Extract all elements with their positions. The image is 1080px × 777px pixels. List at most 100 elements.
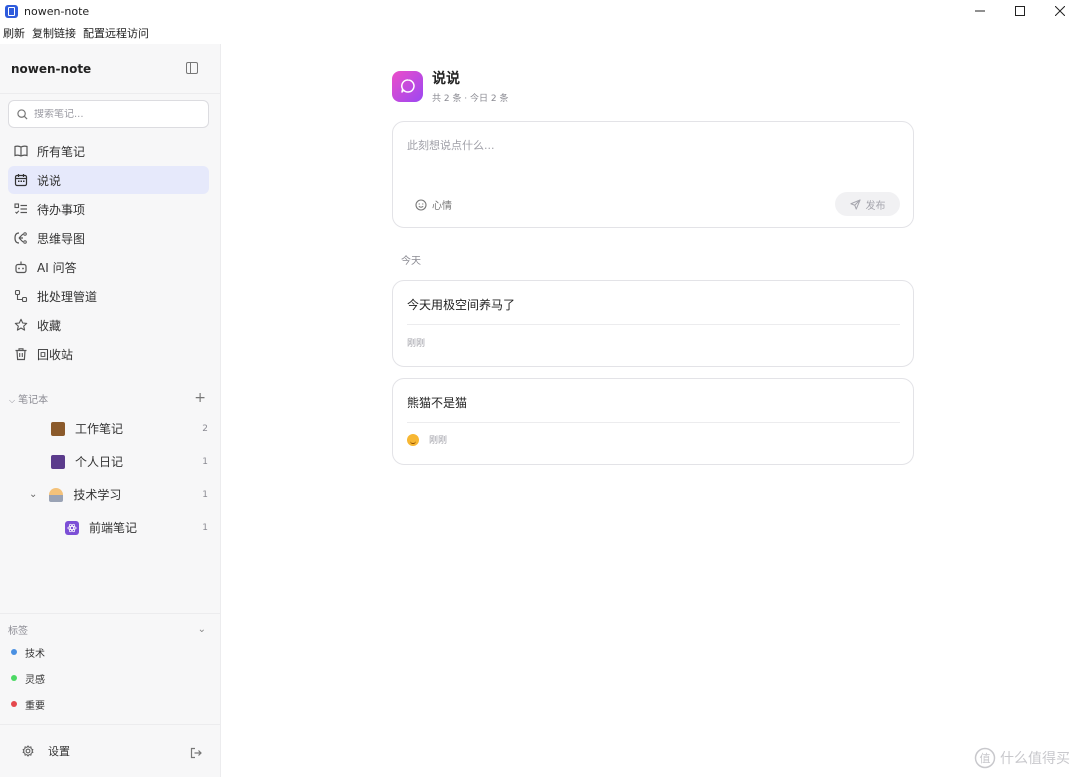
sidebar-item-label: AI 问答 — [37, 260, 77, 275]
notebook-name: 工作笔记 — [75, 422, 124, 436]
chevron-down-icon[interactable]: ⌄ — [198, 624, 206, 635]
notebook-name: 技术学习 — [73, 488, 122, 502]
post-divider — [407, 422, 900, 423]
notebook-item-work[interactable]: 工作笔记 2 — [0, 412, 220, 445]
close-window-button[interactable] — [1040, 0, 1080, 22]
maximize-icon — [1015, 6, 1025, 16]
smiling-face-icon — [407, 433, 419, 446]
sidebar-item-label: 收藏 — [37, 318, 62, 333]
menu-copy-link[interactable]: 复制链接 — [29, 25, 80, 41]
post-card[interactable]: 熊猫不是猫 刚刚 — [392, 378, 914, 465]
student-icon — [49, 487, 64, 502]
sidebar-item-trash[interactable]: 回收站 — [8, 340, 209, 368]
tag-name: 灵感 — [25, 674, 45, 686]
sidebar-header: nowen-note — [0, 44, 220, 94]
minimize-button[interactable] — [960, 0, 1000, 22]
page-header: 说说 共 2 条 · 今日 2 条 — [392, 68, 508, 104]
watermark-text: 什么值得买 — [1000, 751, 1070, 767]
tag-name: 重要 — [25, 700, 45, 712]
tag-item-tech[interactable]: 技术 — [0, 639, 220, 665]
sidebar-item-todo[interactable]: 待办事项 — [8, 195, 209, 223]
logout-icon[interactable] — [190, 747, 202, 759]
menu-bar: 刷新 复制链接 配置远程访问 — [0, 22, 1080, 44]
notebooks-header-label: ⌵ 笔记本 — [9, 394, 49, 406]
atom-icon — [67, 523, 77, 532]
sidebar-item-label: 所有笔记 — [37, 144, 86, 159]
menu-refresh[interactable]: 刷新 — [0, 25, 29, 41]
main-content: 说说 共 2 条 · 今日 2 条 心情 发布 今天 今天用极空间养马了 刚刚 … — [221, 44, 1080, 777]
sidebar-item-batch-pipeline[interactable]: 批处理管道 — [8, 282, 209, 310]
publish-label: 发布 — [865, 200, 886, 212]
post-text: 今天用极空间养马了 — [407, 298, 516, 312]
search-icon — [17, 108, 28, 120]
title-bar: nowen-note — [0, 0, 1080, 22]
gear-icon — [22, 745, 34, 757]
post-card[interactable]: 今天用极空间养马了 刚刚 — [392, 280, 914, 367]
sidebar-footer: 设置 — [0, 724, 220, 777]
list-check-icon — [14, 203, 27, 215]
mood-label: 心情 — [432, 201, 452, 212]
notebook-name: 前端笔记 — [89, 521, 138, 535]
sidebar-item-mindmap[interactable]: 思维导图 — [8, 224, 209, 252]
chevron-down-icon: ⌵ — [9, 395, 16, 405]
sidebar-item-ai-qa[interactable]: AI 问答 — [8, 253, 209, 281]
smiley-icon — [415, 198, 427, 211]
notebook-item-diary[interactable]: 个人日记 1 — [0, 445, 220, 478]
sidebar-item-favorites[interactable]: 收藏 — [8, 311, 209, 339]
post-time: 刚刚 — [407, 339, 426, 349]
tags-header[interactable]: 标签 ⌄ — [0, 619, 220, 639]
notebook-count: 1 — [202, 522, 208, 533]
post-meta: 刚刚 — [407, 336, 425, 349]
collapse-sidebar-icon[interactable] — [186, 62, 198, 74]
calendar-icon — [14, 174, 28, 187]
search-box — [8, 100, 209, 128]
sidebar-item-label: 回收站 — [37, 347, 74, 362]
chat-bubble-icon — [392, 70, 423, 102]
mood-button[interactable]: 心情 — [415, 197, 452, 212]
tag-color-dot — [11, 701, 17, 707]
book-icon — [14, 145, 28, 157]
tags-header-label: 标签 — [8, 625, 28, 637]
react-icon — [65, 520, 79, 535]
page-title: 说说 — [432, 71, 460, 87]
close-icon — [1055, 6, 1065, 16]
sidebar: nowen-note 所有笔记 说说 待办事项 思维导图 AI 问答 批处理 — [0, 44, 221, 777]
post-divider — [407, 324, 900, 325]
sidebar-item-label: 思维导图 — [37, 231, 86, 246]
add-notebook-icon[interactable]: + — [194, 390, 206, 406]
date-group-label: 今天 — [401, 256, 421, 267]
post-time: 刚刚 — [429, 436, 448, 446]
notebook-count: 2 — [202, 423, 208, 434]
sidebar-nav: 所有笔记 说说 待办事项 思维导图 AI 问答 批处理管道 收藏 回收站 — [0, 137, 220, 368]
notebooks-section: ⌵ 笔记本 + 工作笔记 2 个人日记 1 ⌄ 技术学习 1 前端笔记 1 — [0, 388, 220, 544]
sidebar-item-moments[interactable]: 说说 — [8, 166, 209, 194]
post-composer: 心情 发布 — [392, 121, 914, 228]
notebook-count: 1 — [202, 456, 208, 467]
tag-color-dot — [11, 649, 17, 655]
page-subtitle: 共 2 条 · 今日 2 条 — [432, 94, 509, 104]
menu-remote-access[interactable]: 配置远程访问 — [80, 25, 153, 41]
notebook-item-tech[interactable]: ⌄ 技术学习 1 — [0, 478, 220, 511]
maximize-button[interactable] — [1000, 0, 1040, 22]
window-title: nowen-note — [24, 4, 90, 18]
sidebar-item-all-notes[interactable]: 所有笔记 — [8, 137, 209, 165]
search-input[interactable] — [34, 108, 184, 120]
notebook-item-frontend[interactable]: 前端笔记 1 — [0, 511, 220, 544]
tag-item-important[interactable]: 重要 — [0, 691, 220, 717]
publish-button[interactable]: 发布 — [835, 192, 900, 216]
notebook-name: 个人日记 — [75, 455, 124, 469]
settings-button[interactable]: 设置 — [22, 743, 70, 759]
chevron-down-icon[interactable]: ⌄ — [29, 489, 37, 500]
window-controls — [960, 0, 1080, 22]
tag-item-inspiration[interactable]: 灵感 — [0, 665, 220, 691]
notebooks-header[interactable]: ⌵ 笔记本 + — [0, 388, 220, 408]
star-icon — [14, 318, 28, 331]
post-meta: 刚刚 — [407, 433, 447, 446]
tag-name: 技术 — [25, 648, 45, 660]
svg-text:值: 值 — [980, 752, 991, 765]
minimize-icon — [975, 10, 985, 12]
notebook-count: 1 — [202, 489, 208, 500]
briefcase-icon — [51, 421, 65, 436]
post-input[interactable] — [407, 137, 897, 177]
sidebar-app-name: nowen-note — [11, 61, 92, 76]
